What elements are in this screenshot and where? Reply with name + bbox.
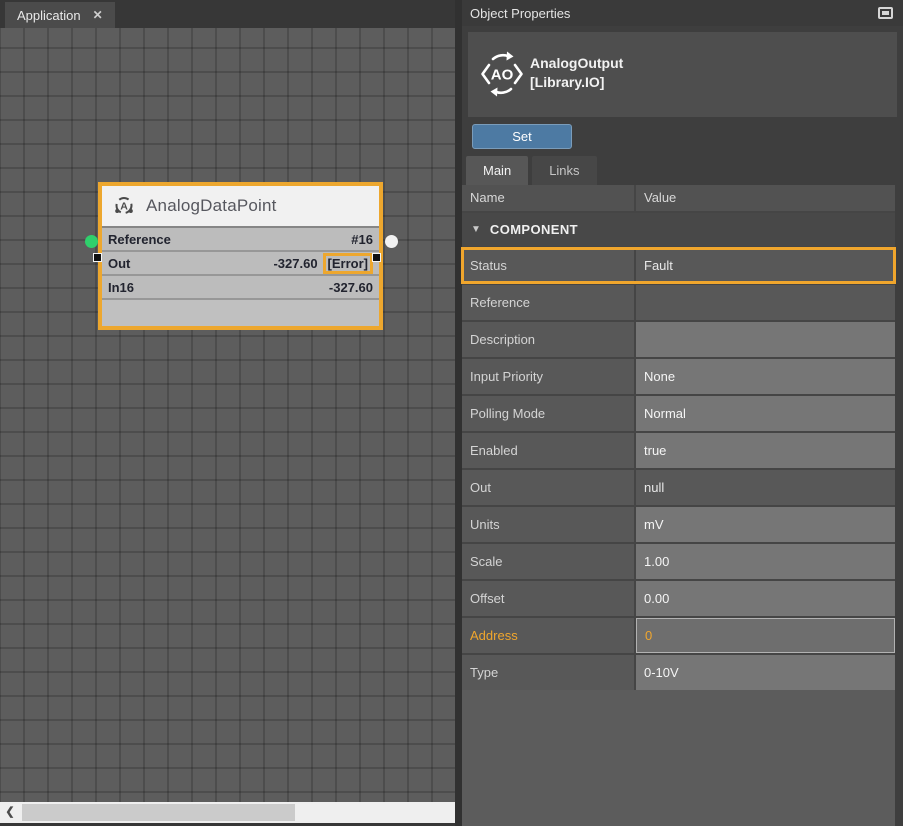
selection-handle-right[interactable] xyxy=(372,253,381,262)
property-name: Description xyxy=(462,322,634,357)
block-header[interactable]: A AnalogDataPoint xyxy=(102,186,379,228)
wiresheet-canvas[interactable]: A AnalogDataPoint Reference #16 Out -327… xyxy=(0,28,455,802)
block-row-name: Reference xyxy=(108,232,171,247)
block-row-name: Out xyxy=(108,256,130,271)
property-row-scale: Scale 1.00 xyxy=(462,544,895,579)
property-value[interactable]: mV xyxy=(636,507,895,542)
selection-handle-left[interactable] xyxy=(93,253,102,262)
section-label: COMPONENT xyxy=(490,222,578,237)
property-row-input-priority: Input Priority None xyxy=(462,359,895,394)
block-row-value: -327.60 xyxy=(329,280,373,295)
property-value[interactable]: None xyxy=(636,359,895,394)
property-value[interactable]: Fault xyxy=(636,248,895,283)
block-empty-row xyxy=(102,300,379,326)
property-row-enabled: Enabled true xyxy=(462,433,895,468)
property-name: Input Priority xyxy=(462,359,634,394)
block-row-value: #16 xyxy=(351,232,373,247)
property-name: Offset xyxy=(462,581,634,616)
property-name: Enabled xyxy=(462,433,634,468)
output-port[interactable] xyxy=(385,235,398,248)
section-component[interactable]: ▼ COMPONENT xyxy=(462,213,895,246)
property-name: Status xyxy=(462,248,634,283)
property-row-out: Out null xyxy=(462,470,895,505)
property-value[interactable]: true xyxy=(636,433,895,468)
object-library: [Library.IO] xyxy=(530,73,623,92)
column-header-name: Name xyxy=(462,185,634,211)
block-row-reference[interactable]: Reference #16 xyxy=(102,228,379,252)
properties-tabs: Main Links xyxy=(466,156,597,185)
tab-links[interactable]: Links xyxy=(532,156,596,185)
property-row-address: Address 0 xyxy=(462,618,895,653)
scroll-left-arrow-icon[interactable]: ❮ xyxy=(2,802,18,823)
input-port-connected[interactable] xyxy=(85,235,98,248)
property-name: Type xyxy=(462,655,634,690)
property-name: Units xyxy=(462,507,634,542)
analog-datapoint-block[interactable]: A AnalogDataPoint Reference #16 Out -327… xyxy=(98,182,383,330)
block-row-in16[interactable]: In16 -327.60 xyxy=(102,276,379,300)
property-name: Polling Mode xyxy=(462,396,634,431)
error-status-badge: [Error] xyxy=(323,253,373,274)
horizontal-scrollbar[interactable]: ❮ xyxy=(0,802,455,823)
property-row-offset: Offset 0.00 xyxy=(462,581,895,616)
object-header-card: AO AnalogOutput [Library.IO] xyxy=(468,32,897,117)
panel-titlebar: Object Properties xyxy=(462,0,903,26)
property-value[interactable]: Normal xyxy=(636,396,895,431)
property-name: Reference xyxy=(462,285,634,320)
block-row-name: In16 xyxy=(108,280,134,295)
collapse-arrow-icon[interactable]: ▼ xyxy=(471,224,481,235)
properties-grid-area: Name Value ▼ COMPONENT Status Fault Refe… xyxy=(462,185,895,826)
property-value[interactable]: 0-10V xyxy=(636,655,895,690)
svg-text:A: A xyxy=(120,201,128,213)
property-value[interactable] xyxy=(636,322,895,357)
property-row-units: Units mV xyxy=(462,507,895,542)
property-row-status: Status Fault xyxy=(462,248,895,283)
property-value[interactable]: null xyxy=(636,470,895,505)
svg-text:AO: AO xyxy=(491,67,514,84)
tab-close-icon[interactable]: ✕ xyxy=(93,9,103,21)
block-row-out[interactable]: Out -327.60 [Error] xyxy=(102,252,379,276)
scrollbar-thumb[interactable] xyxy=(22,804,295,821)
property-row-polling-mode: Polling Mode Normal xyxy=(462,396,895,431)
property-value[interactable] xyxy=(636,285,895,320)
tab-application-label: Application xyxy=(17,8,81,23)
document-tabbar: Application ✕ xyxy=(0,0,455,28)
property-row-reference: Reference xyxy=(462,285,895,320)
property-value[interactable]: 1.00 xyxy=(636,544,895,579)
set-button[interactable]: Set xyxy=(472,124,572,149)
property-value[interactable]: 0 xyxy=(636,618,895,653)
property-name: Address xyxy=(462,618,634,653)
property-value[interactable]: 0.00 xyxy=(636,581,895,616)
object-properties-panel: Object Properties AO AnalogOutput [Libra… xyxy=(462,0,903,826)
tab-main[interactable]: Main xyxy=(466,156,528,185)
canvas-pane: Application ✕ A AnalogDataPoint Referenc… xyxy=(0,0,455,826)
properties-table: Name Value ▼ COMPONENT Status Fault Refe… xyxy=(462,185,895,690)
object-name: AnalogOutput xyxy=(530,54,623,73)
block-row-value: -327.60 xyxy=(273,256,317,271)
analog-datapoint-icon: A xyxy=(112,194,136,218)
minimize-panel-icon[interactable] xyxy=(878,7,893,19)
tab-application[interactable]: Application ✕ xyxy=(5,2,115,28)
block-title: AnalogDataPoint xyxy=(146,196,277,216)
property-name: Scale xyxy=(462,544,634,579)
property-name: Out xyxy=(462,470,634,505)
table-header-row: Name Value xyxy=(462,185,895,211)
column-header-value: Value xyxy=(636,185,895,211)
property-row-type: Type 0-10V xyxy=(462,655,895,690)
property-row-description: Description xyxy=(462,322,895,357)
pane-divider[interactable] xyxy=(455,0,462,826)
panel-title: Object Properties xyxy=(470,6,570,21)
analog-output-icon: AO xyxy=(478,50,526,98)
